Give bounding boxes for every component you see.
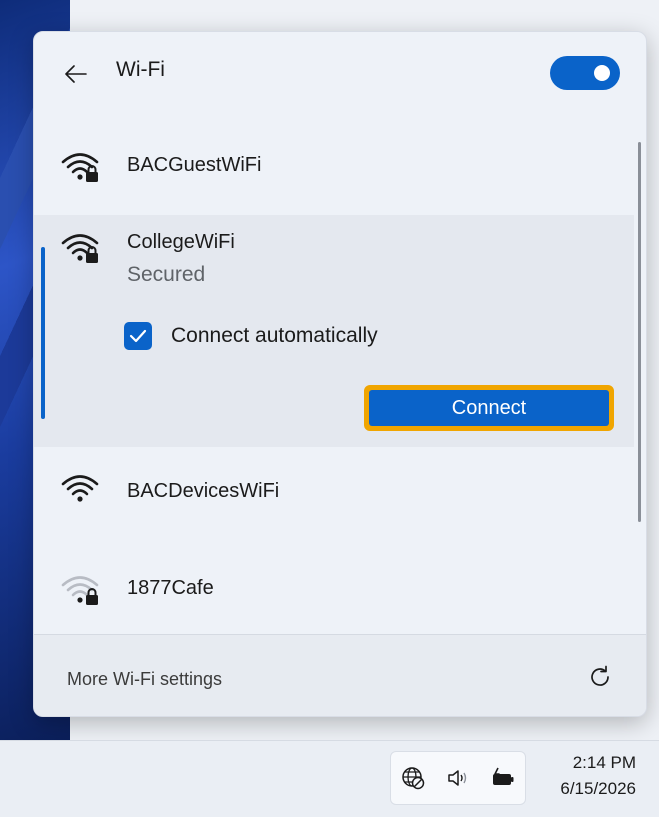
refresh-button[interactable]	[586, 663, 614, 691]
taskbar-clock[interactable]: 2:14 PM 6/15/2026	[536, 753, 636, 799]
connect-automatically-checkbox[interactable]	[124, 322, 152, 350]
flyout-header: Wi-Fi	[34, 32, 646, 112]
clock-date: 6/15/2026	[560, 779, 636, 798]
network-item-bacguestwifi[interactable]: BACGuestWiFi	[34, 132, 634, 212]
more-wifi-settings-link[interactable]: More Wi-Fi settings	[67, 669, 222, 690]
wifi-secured-icon	[61, 153, 99, 182]
network-status: Secured	[127, 263, 206, 286]
clock-time: 2:14 PM	[572, 753, 636, 772]
taskbar: 2:14 PM 6/15/2026	[0, 740, 659, 817]
network-name: CollegeWiFi	[127, 231, 235, 253]
wifi-icon	[61, 475, 99, 502]
arrow-left-icon	[65, 65, 87, 83]
network-name: BACDevicesWiFi	[127, 480, 280, 502]
speaker-icon[interactable]	[445, 765, 471, 791]
network-item-1877cafe[interactable]: 1877Cafe	[34, 557, 634, 637]
refresh-icon	[591, 665, 609, 686]
scrollbar[interactable]	[638, 142, 641, 522]
network-item-bacdeviceswifi[interactable]: BACDevicesWiFi	[34, 460, 634, 540]
network-name: BACGuestWiFi	[127, 154, 262, 176]
network-name: 1877Cafe	[127, 577, 214, 599]
connect-automatically-label[interactable]: Connect automatically	[171, 324, 378, 348]
wifi-flyout: Wi-Fi BACGuestWiFi CollegeWiFi Secured C…	[33, 31, 647, 717]
checkmark-icon	[129, 329, 147, 343]
flyout-footer: More Wi-Fi settings	[34, 634, 646, 716]
wifi-secured-icon	[61, 234, 99, 263]
system-tray[interactable]	[390, 751, 526, 805]
connect-button-label: Connect	[369, 390, 609, 426]
battery-charging-icon[interactable]	[490, 765, 516, 791]
connect-button[interactable]: Connect	[364, 385, 614, 431]
back-button[interactable]	[62, 60, 90, 88]
toggle-knob	[594, 65, 610, 81]
globe-no-internet-icon[interactable]	[400, 765, 426, 791]
wifi-toggle[interactable]	[550, 56, 620, 90]
network-item-collegewifi[interactable]: CollegeWiFi Secured Connect automaticall…	[34, 215, 634, 447]
page-title: Wi-Fi	[116, 58, 165, 81]
selection-indicator	[41, 247, 45, 419]
wifi-weak-secured-icon	[61, 576, 99, 605]
